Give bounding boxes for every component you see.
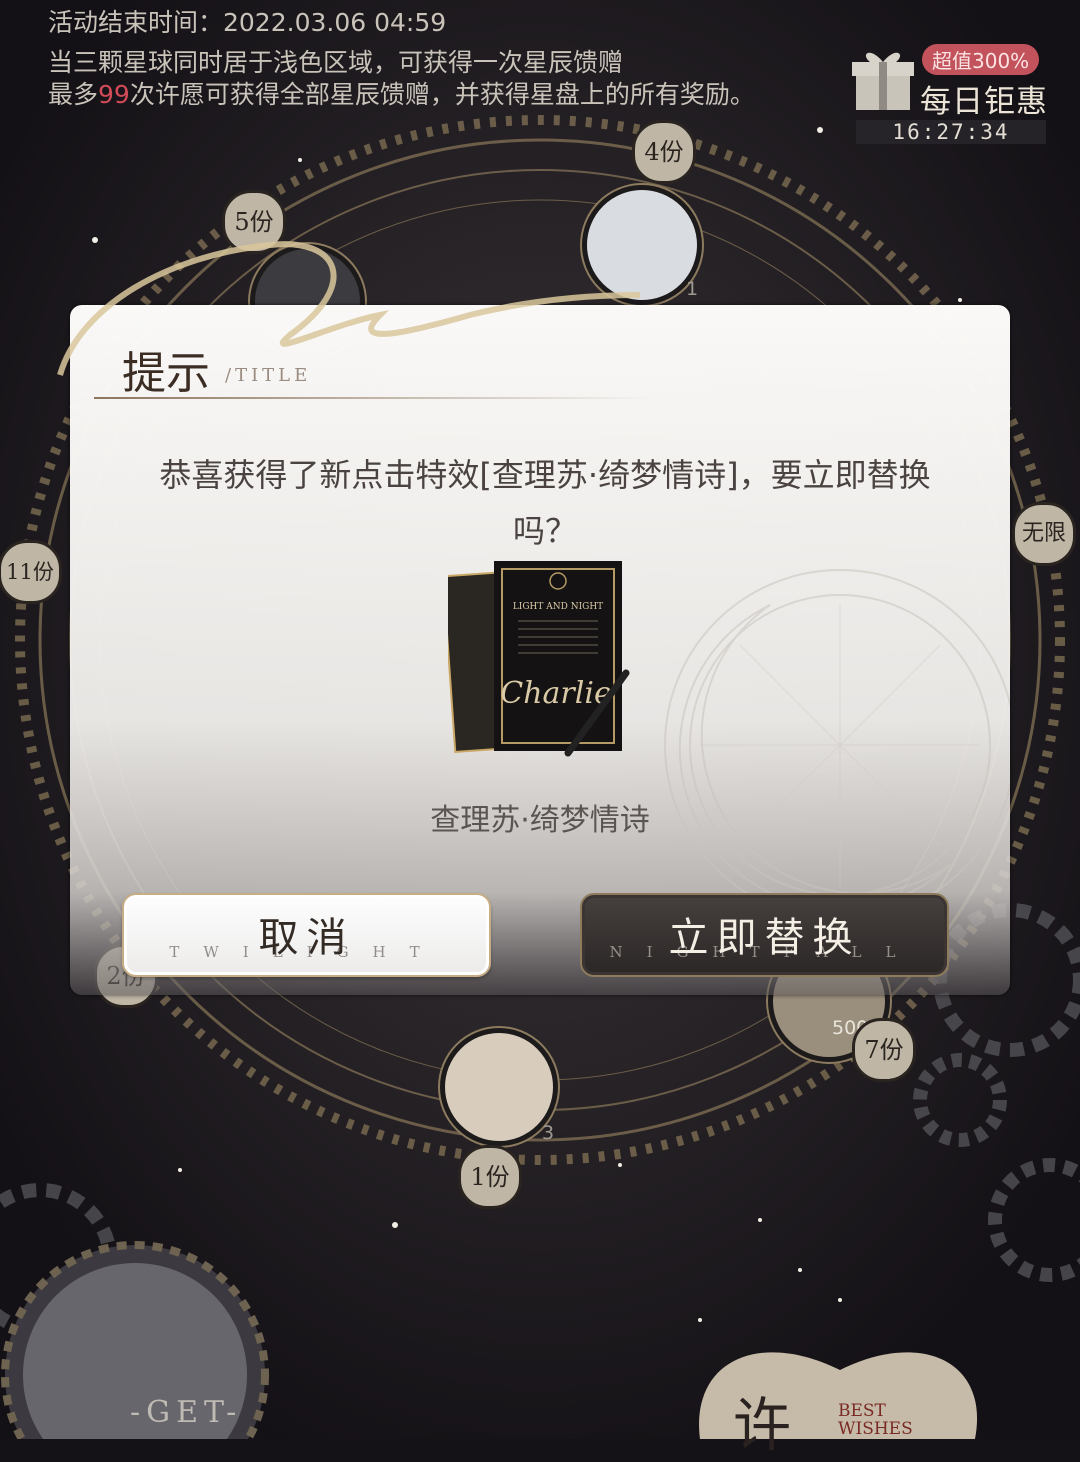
rule-suffix: 次许愿可获得全部星辰馈赠，并获得星盘上的所有奖励。 [129,80,755,109]
event-end-time: 活动结束时间：2022.03.06 04:59 [48,8,447,37]
reward-count: 3 [542,1122,555,1144]
card-signature: Charlie [500,676,611,711]
poem-card-icon: LIGHT AND NIGHT Charlie [448,561,630,757]
quantity-badge: 4份 [632,120,696,184]
best-wishes-text: BEST WISHES [838,1402,913,1438]
quantity-badge: 1份 [458,1145,522,1209]
item-name: 查理苏·绮梦情诗 [430,803,650,838]
deal-title: 每日钜惠 [920,84,1048,120]
replace-now-button[interactable]: 立即替换 NIGHTFALL [580,893,949,977]
dialog-message: 恭喜获得了新点击特效[查理苏·绮梦情诗]，要立即替换吗？ [159,456,931,550]
prompt-dialog: 提示 /TITLE 恭喜获得了新点击特效[查理苏·绮梦情诗]，要立即替换吗？ L… [70,305,1010,995]
deal-value-badge: 超值300% [922,44,1040,75]
get-label: -GET- [130,1395,243,1430]
confirm-decoration-text: NIGHTFALL [609,943,920,961]
deal-countdown: 16:27:34 [856,120,1046,144]
card-header: LIGHT AND NIGHT [513,602,603,612]
quantity-badge: 11份 [0,540,62,604]
best-wishes-line-1: BEST [838,1401,886,1421]
reward-count: 1 [686,278,699,300]
quantity-badge: 无限 [1012,502,1076,566]
rule-max-count: 99 [98,80,130,109]
rule-prefix: 最多 [48,80,99,109]
quantity-badge: 7份 [852,1018,916,1082]
event-rule-line-2: 最多99次许愿可获得全部星辰馈赠，并获得星盘上的所有奖励。 [48,78,755,112]
gift-box-icon [852,52,914,110]
cancel-button[interactable]: 取消 TWILIGHT [122,893,491,977]
title-divider [94,397,654,399]
daily-deal-button[interactable]: 超值300% 每日钜惠 16:27:34 [852,40,1052,145]
gold-brush-decoration [57,241,641,376]
event-rule-line-1: 当三颗星球同时居于浅色区域，可获得一次星辰馈赠 [48,48,624,77]
best-wishes-line-2: WISHES [838,1419,913,1439]
cancel-decoration-text: TWILIGHT [169,943,444,961]
wish-button[interactable]: 许 [733,1378,791,1462]
reward-node-perfume[interactable] [440,1028,558,1146]
